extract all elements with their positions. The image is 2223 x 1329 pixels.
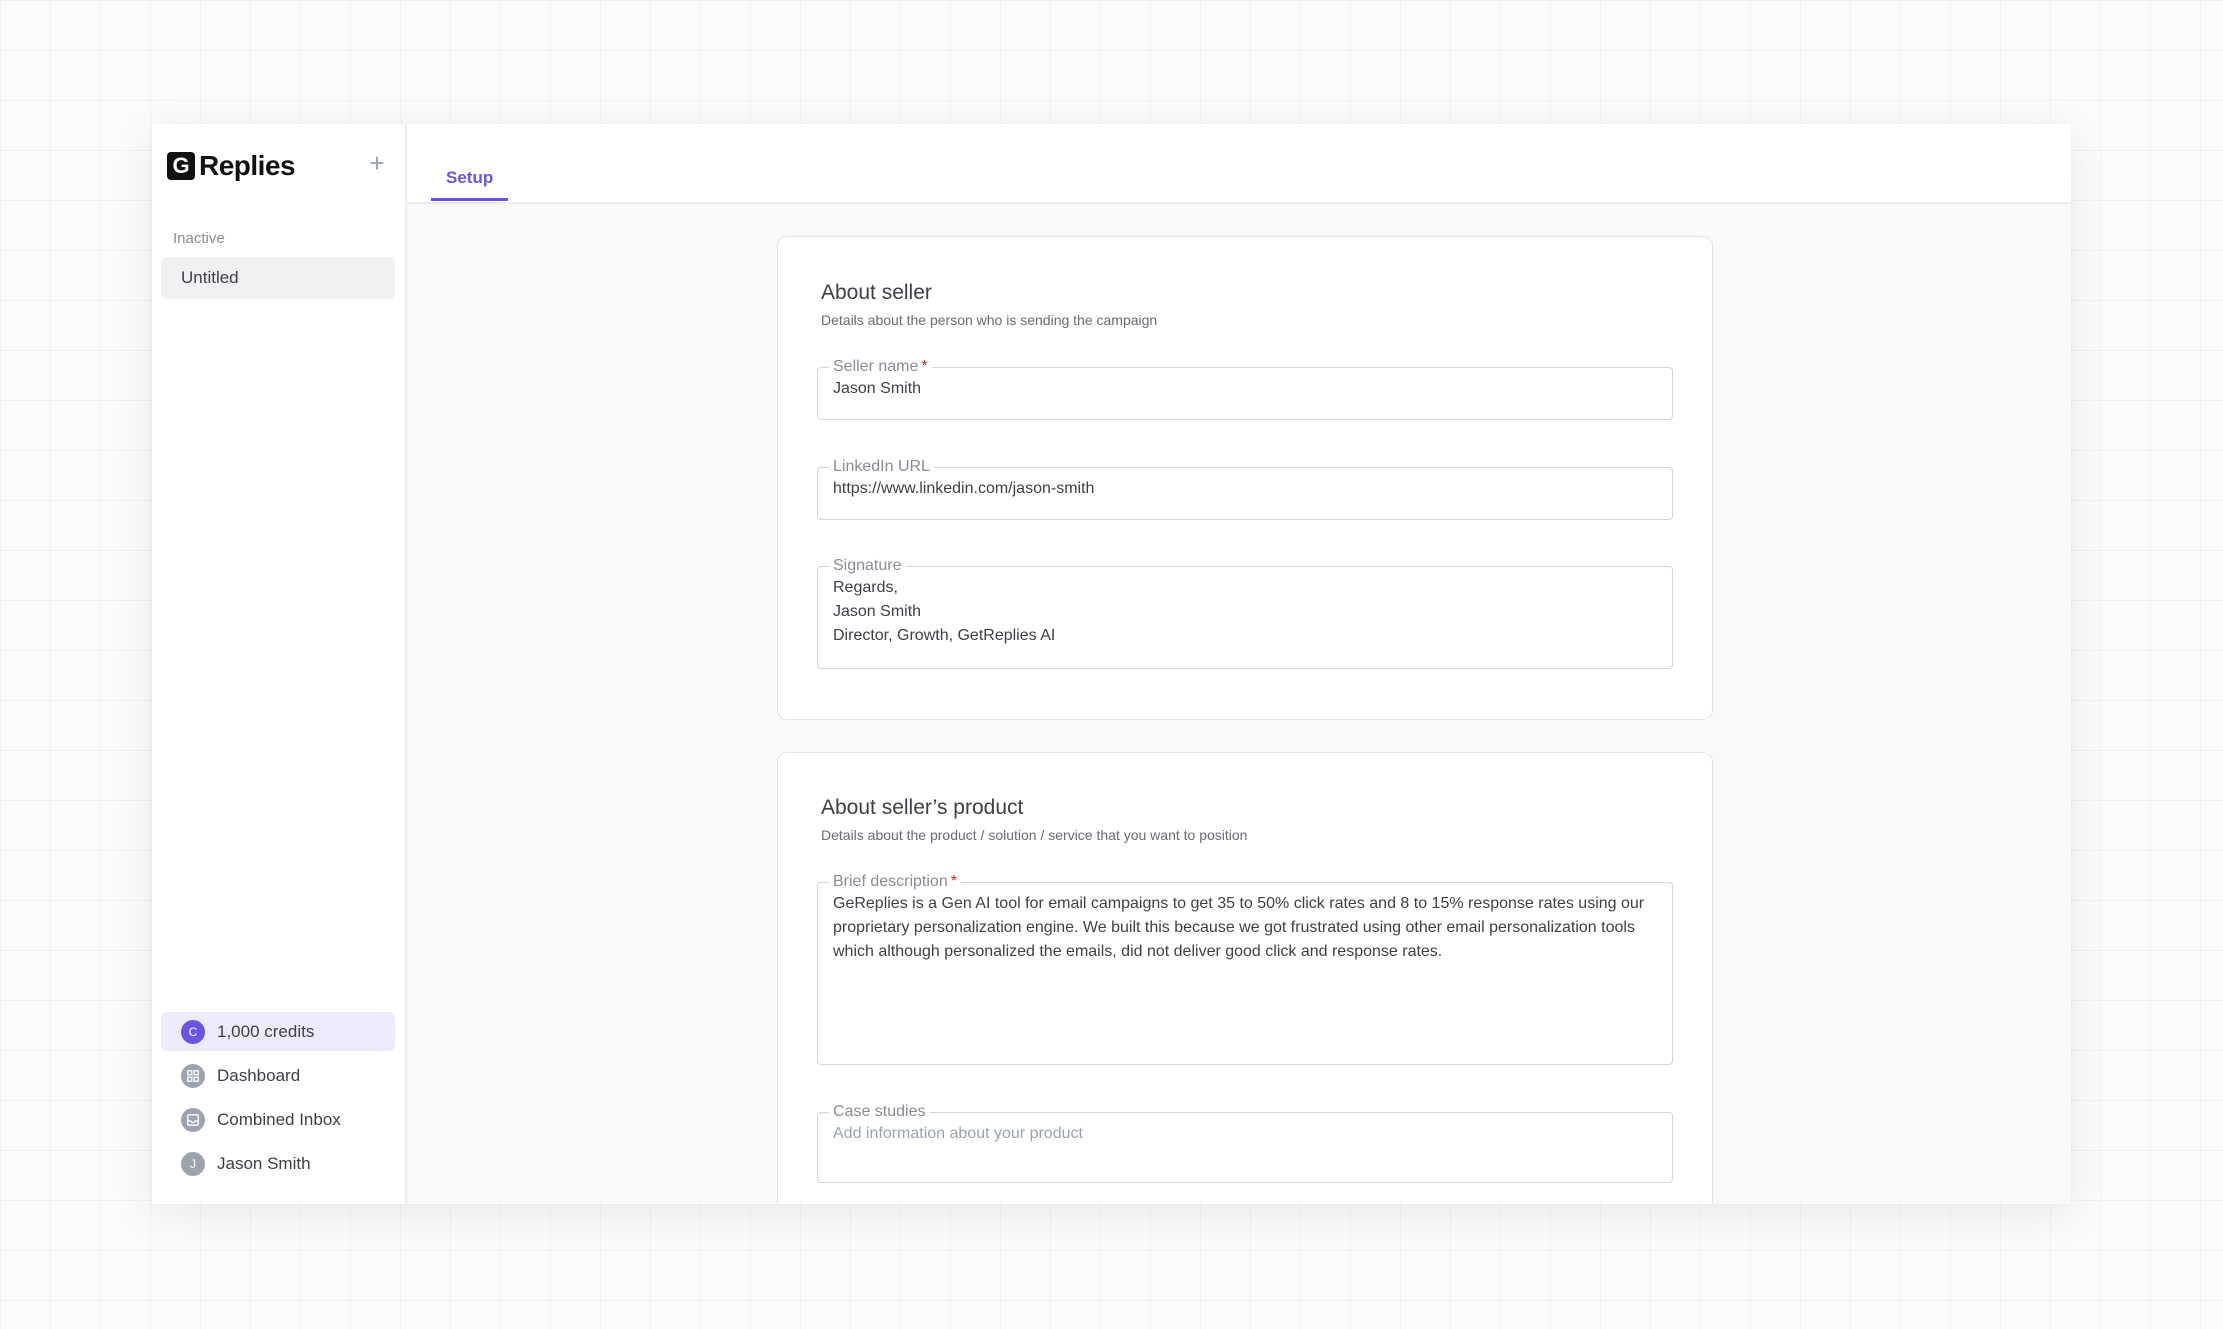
signature-textarea[interactable]: Regards, Jason Smith Director, Growth, G…: [833, 576, 1657, 648]
linkedin-url-label: LinkedIn URL: [833, 458, 930, 475]
linkedin-url-input[interactable]: https://www.linkedin.com/jason-smith: [833, 477, 1657, 501]
about-product-subtitle: Details about the product / solution / s…: [821, 827, 1248, 843]
sidebar: G Replies + Inactive Untitled C 1,000 cr…: [152, 124, 407, 1204]
brief-description-textarea[interactable]: GeReplies is a Gen AI tool for email cam…: [833, 892, 1657, 964]
sidebar-item-untitled[interactable]: Untitled: [161, 257, 395, 299]
seller-name-field[interactable]: Seller name * Jason Smith: [817, 358, 1673, 420]
main-content: Setup About seller Details about the per…: [407, 124, 2071, 1204]
sidebar-item-label: Untitled: [181, 268, 239, 287]
inbox-icon: [181, 1107, 205, 1132]
sidebar-item-combined-inbox[interactable]: Combined Inbox: [161, 1100, 395, 1139]
bottom-nav: C 1,000 credits Dashboard Combined Inbox…: [161, 1012, 395, 1188]
case-studies-field[interactable]: Case studies Add information about your …: [817, 1103, 1673, 1183]
brand-name: Replies: [199, 150, 296, 181]
section-label-inactive: Inactive: [173, 230, 225, 247]
tab-bar: Setup: [407, 124, 2071, 204]
signature-field[interactable]: Signature Regards, Jason Smith Director,…: [817, 557, 1673, 669]
brand-logo: G Replies: [167, 150, 296, 182]
add-campaign-button[interactable]: +: [362, 148, 392, 178]
seller-name-label: Seller name *: [833, 358, 928, 375]
credits-icon: C: [181, 1019, 205, 1044]
brief-description-field[interactable]: Brief description * GeReplies is a Gen AI…: [817, 873, 1673, 1065]
seller-name-input[interactable]: Jason Smith: [833, 377, 1657, 401]
about-seller-subtitle: Details about the person who is sending …: [821, 312, 1158, 328]
replies-logo-icon: G: [167, 152, 195, 180]
case-studies-label: Case studies: [833, 1103, 926, 1120]
linkedin-url-field[interactable]: LinkedIn URL https://www.linkedin.com/ja…: [817, 458, 1673, 520]
brief-description-label: Brief description *: [833, 873, 957, 890]
sidebar-item-dashboard[interactable]: Dashboard: [161, 1056, 395, 1095]
sidebar-item-user[interactable]: J Jason Smith: [161, 1144, 395, 1183]
avatar: J: [181, 1151, 205, 1176]
credits-button[interactable]: C 1,000 credits: [161, 1012, 395, 1051]
credits-label: 1,000 credits: [217, 1021, 315, 1041]
grid-icon: [181, 1063, 205, 1088]
case-studies-textarea[interactable]: Add information about your product: [833, 1122, 1657, 1146]
user-name: Jason Smith: [217, 1153, 311, 1173]
signature-label: Signature: [833, 557, 902, 574]
about-seller-card: About seller Details about the person wh…: [777, 236, 1713, 720]
app-window: G Replies + Inactive Untitled C 1,000 cr…: [152, 124, 2071, 1204]
about-seller-title: About seller: [821, 281, 932, 304]
about-product-card: About seller’s product Details about the…: [777, 752, 1713, 1204]
dashboard-label: Dashboard: [217, 1065, 301, 1085]
combined-inbox-label: Combined Inbox: [217, 1109, 341, 1129]
plus-icon: +: [369, 147, 385, 178]
tab-setup[interactable]: Setup: [431, 168, 509, 201]
about-product-title: About seller’s product: [821, 796, 1024, 819]
